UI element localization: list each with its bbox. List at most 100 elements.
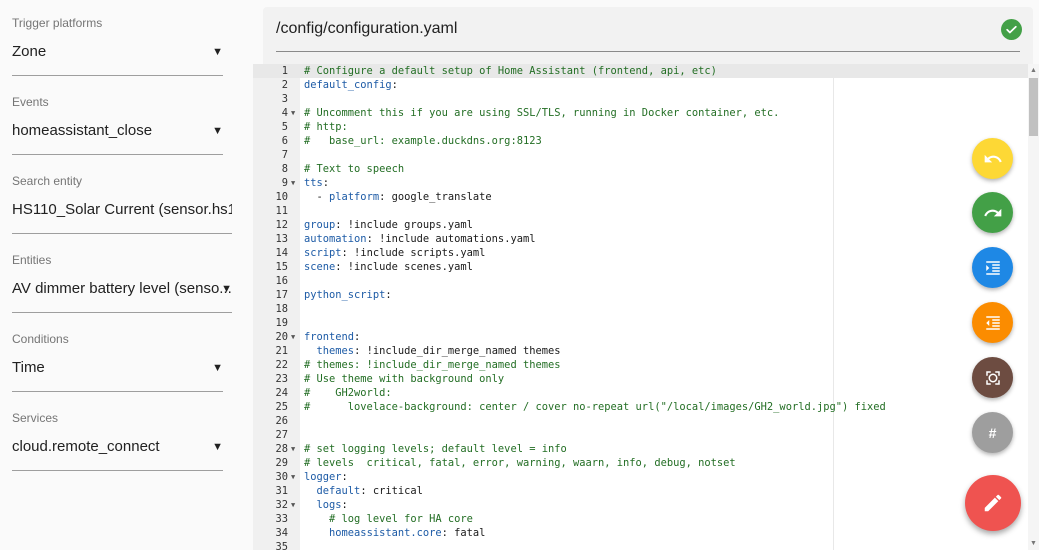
line-number: 31 (275, 485, 288, 497)
code-line[interactable]: 12 group: !include groups.yaml (253, 218, 1028, 232)
conditions-select[interactable]: Conditions Time ▼ (12, 331, 223, 392)
field-label: Conditions (12, 332, 69, 346)
code-text: themes: !include_dir_merge_named themes (316, 345, 561, 357)
entities-select[interactable]: Entities AV dimmer battery level (senso.… (12, 252, 232, 313)
code-line[interactable]: 33 # log level for HA core (253, 512, 1028, 526)
code-line[interactable]: 31 default: critical (253, 484, 1028, 498)
indent-button[interactable] (972, 247, 1013, 288)
code-line[interactable]: 1 # Configure a default setup of Home Ass… (253, 64, 1028, 78)
trigger-platforms-select[interactable]: Trigger platforms Zone ▼ (12, 15, 223, 76)
fold-toggle-icon[interactable]: ▼ (291, 106, 295, 120)
fold-toggle-icon[interactable]: ▼ (291, 442, 295, 456)
fold-toggle-icon[interactable]: ▼ (291, 330, 295, 344)
dropdown-caret-icon[interactable]: ▼ (221, 278, 232, 300)
comment-toggle-button[interactable]: # (972, 412, 1013, 453)
fullscreen-button[interactable] (972, 357, 1013, 398)
services-select[interactable]: Services cloud.remote_connect ▼ (12, 410, 223, 471)
scroll-up-icon[interactable]: ▲ (1030, 67, 1037, 74)
code-line[interactable]: 6 # base_url: example.duckdns.org:8123 (253, 134, 1028, 148)
events-select[interactable]: Events homeassistant_close ▼ (12, 94, 223, 155)
line-number: 11 (275, 205, 288, 217)
code-line[interactable]: 28 ▼ # set logging levels; default level =… (253, 442, 1028, 456)
code-line[interactable]: 26 (253, 414, 1028, 428)
dropdown-caret-icon[interactable]: ▼ (212, 41, 223, 63)
dropdown-caret-icon[interactable]: ▼ (212, 120, 223, 142)
code-line[interactable]: 8 # Text to speech (253, 162, 1028, 176)
line-number: 5 (281, 121, 288, 133)
code-line[interactable]: 19 (253, 316, 1028, 330)
vertical-scrollbar[interactable]: ▲ ▼ (1028, 64, 1039, 550)
code-line[interactable]: 2 default_config: (253, 78, 1028, 92)
outdent-button[interactable] (972, 302, 1013, 343)
code-text: # http: (304, 121, 348, 133)
line-number: 4 (281, 107, 288, 119)
code-line[interactable]: 32 ▼ logs: (253, 498, 1028, 512)
line-number: 35 (275, 541, 288, 550)
code-line[interactable]: 29 # levels critical, fatal, error, warni… (253, 456, 1028, 470)
code-text: homeassistant.core: fatal (329, 527, 486, 539)
line-number: 22 (275, 359, 288, 371)
code-line[interactable]: 5 # http: (253, 120, 1028, 134)
field-value[interactable]: HS110_Solar Current (sensor.hs11 (12, 201, 232, 218)
code-line[interactable]: 7 (253, 148, 1028, 162)
line-number: 12 (275, 219, 288, 231)
fold-toggle-icon[interactable]: ▼ (291, 176, 295, 190)
search-entity-input[interactable]: Search entity HS110_Solar Current (senso… (12, 173, 232, 234)
file-path-input[interactable]: /config/configuration.yaml (276, 20, 457, 38)
code-text: group: !include groups.yaml (304, 219, 473, 231)
scroll-down-icon[interactable]: ▼ (1030, 540, 1037, 547)
line-number: 29 (275, 457, 288, 469)
code-line[interactable]: 10 - platform: google_translate (253, 190, 1028, 204)
field-underline (12, 154, 223, 155)
code-text: tts: (304, 177, 330, 189)
code-text: # Text to speech (304, 163, 405, 175)
undo-button[interactable] (972, 138, 1013, 179)
code-line[interactable]: 24 # GH2world: (253, 386, 1028, 400)
outdent-icon (985, 315, 1000, 330)
code-text: # base_url: example.duckdns.org:8123 (304, 135, 542, 147)
code-line[interactable]: 13 automation: !include automations.yaml (253, 232, 1028, 246)
code-line[interactable]: 21 themes: !include_dir_merge_named them… (253, 344, 1028, 358)
line-number: 8 (281, 163, 288, 175)
code-line[interactable]: 30 ▼ logger: (253, 470, 1028, 484)
line-number: 6 (281, 135, 288, 147)
code-line[interactable]: 17 python_script: (253, 288, 1028, 302)
code-line[interactable]: 25 # lovelace-background: center / cover … (253, 400, 1028, 414)
line-number: 16 (275, 275, 288, 287)
code-line[interactable]: 18 (253, 302, 1028, 316)
code-text: logs: (316, 499, 348, 511)
code-line[interactable]: 20 ▼ frontend: (253, 330, 1028, 344)
code-text: # Uncomment this if you are using SSL/TL… (304, 107, 780, 119)
code-line[interactable]: 11 (253, 204, 1028, 218)
code-lines[interactable]: 1 # Configure a default setup of Home Ass… (253, 64, 1028, 550)
fold-toggle-icon[interactable]: ▼ (291, 498, 295, 512)
line-number: 13 (275, 233, 288, 245)
code-line[interactable]: 15 scene: !include scenes.yaml (253, 260, 1028, 274)
fold-toggle-icon[interactable]: ▼ (291, 470, 295, 484)
line-number: 10 (275, 191, 288, 203)
code-line[interactable]: 34 homeassistant.core: fatal (253, 526, 1028, 540)
field-value: cloud.remote_connect (12, 438, 160, 455)
code-line[interactable]: 9 ▼ tts: (253, 176, 1028, 190)
redo-button[interactable] (972, 192, 1013, 233)
dropdown-caret-icon[interactable]: ▼ (212, 436, 223, 458)
line-number: 7 (281, 149, 288, 161)
line-number: 20 (275, 331, 288, 343)
code-line[interactable]: 4 ▼ # Uncomment this if you are using SSL/… (253, 106, 1028, 120)
code-line[interactable]: 16 (253, 274, 1028, 288)
code-line[interactable]: 27 (253, 428, 1028, 442)
code-line[interactable]: 3 (253, 92, 1028, 106)
field-label: Events (12, 95, 49, 109)
code-line[interactable]: 14 script: !include scripts.yaml (253, 246, 1028, 260)
code-text: # levels critical, fatal, error, warning… (304, 457, 736, 469)
dropdown-caret-icon[interactable]: ▼ (212, 357, 223, 379)
code-line[interactable]: 35 (253, 540, 1028, 550)
code-line[interactable]: 22 # themes: !include_dir_merge_named the… (253, 358, 1028, 372)
edit-button[interactable] (965, 475, 1021, 531)
code-text: # set logging levels; default level = in… (304, 443, 567, 455)
scrollbar-thumb[interactable] (1029, 78, 1038, 136)
field-underline (12, 75, 223, 76)
code-line[interactable]: 23 # Use theme with background only (253, 372, 1028, 386)
line-number: 17 (275, 289, 288, 301)
code-editor[interactable]: 1 # Configure a default setup of Home Ass… (253, 64, 1039, 550)
